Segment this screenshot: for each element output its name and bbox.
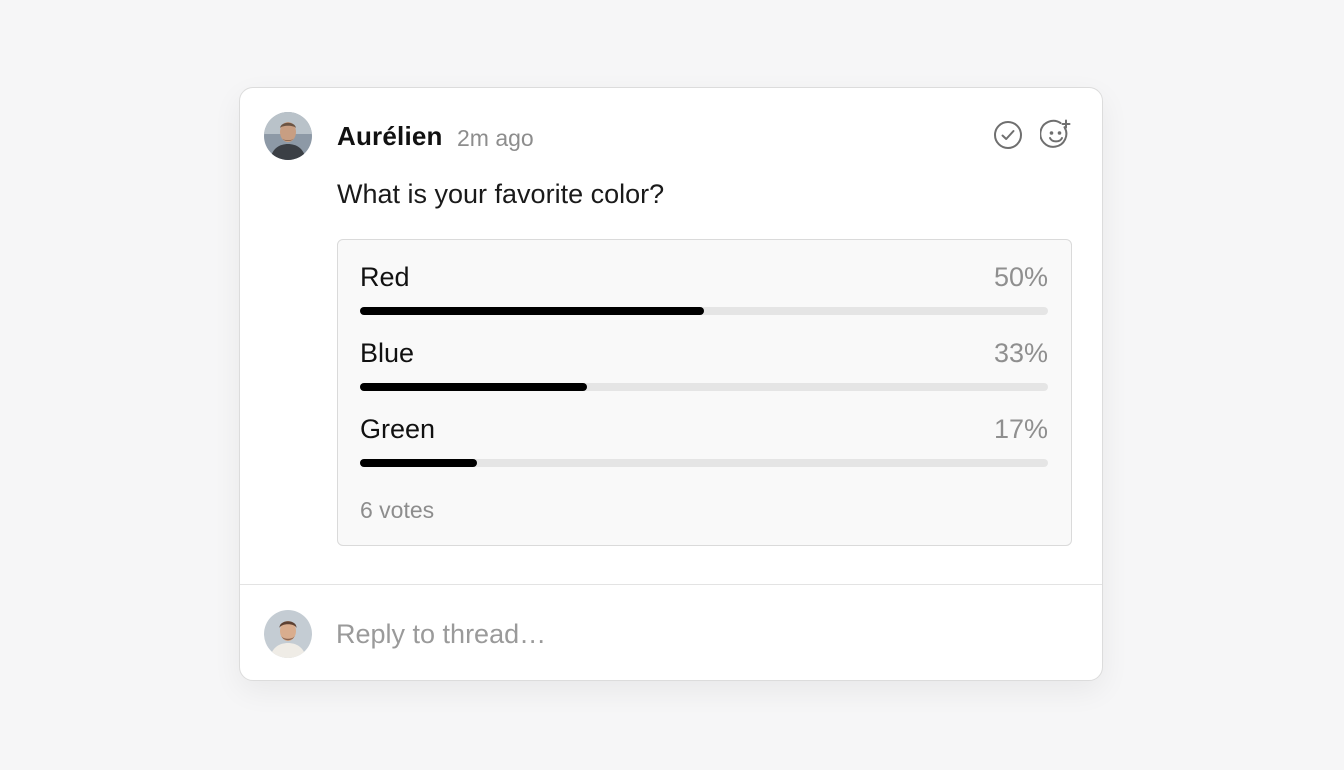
poll-option-label: Red — [360, 262, 410, 292]
poll-bar-track — [360, 383, 1048, 391]
comment-thread-card: Aurélien 2m ago What is your favorite co… — [239, 87, 1103, 681]
poll-option-percent: 50% — [993, 262, 1048, 292]
poll-bar-fill — [360, 383, 588, 391]
poll: Red 50% Blue 33% Green 17% 6 votes — [337, 239, 1072, 546]
current-user-avatar-image — [264, 610, 312, 658]
current-user-avatar — [264, 610, 312, 658]
poll-option-percent: 33% — [993, 338, 1048, 368]
message-text: What is your favorite color? — [337, 179, 665, 209]
reply-input[interactable] — [336, 614, 1036, 654]
poll-bar-track — [360, 459, 1048, 467]
poll-option-green[interactable]: Green 17% — [360, 413, 1048, 469]
poll-bar-fill — [360, 307, 704, 315]
emoji-add-icon — [1039, 119, 1071, 148]
check-circle-icon — [994, 121, 1022, 149]
resolve-thread-button[interactable] — [992, 119, 1024, 151]
author-avatar[interactable] — [264, 112, 312, 160]
poll-option-percent: 17% — [993, 414, 1048, 444]
poll-bar-fill — [360, 459, 477, 467]
timestamp: 2m ago — [457, 125, 534, 151]
poll-bar-track — [360, 307, 1048, 315]
add-reaction-button[interactable] — [1039, 119, 1072, 151]
author-name[interactable]: Aurélien — [337, 121, 443, 151]
poll-option-label: Blue — [360, 338, 415, 368]
poll-vote-count: 6 votes — [360, 497, 435, 523]
divider — [240, 584, 1102, 585]
poll-option-label: Green — [360, 414, 436, 444]
poll-option-red[interactable]: Red 50% — [360, 261, 1048, 317]
poll-option-blue[interactable]: Blue 33% — [360, 337, 1048, 393]
author-avatar-image — [264, 112, 312, 160]
